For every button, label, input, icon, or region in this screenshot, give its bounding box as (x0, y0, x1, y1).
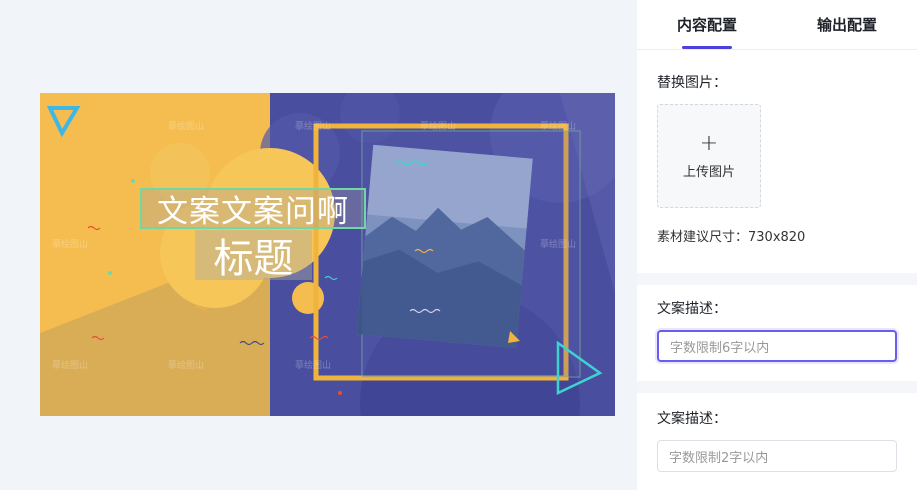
banner-preview[interactable]: 摹绘图山 摹绘图山 摹绘图山 摹绘图山 摹绘图山 摹绘图山 摹绘图山 摹绘图山 … (40, 93, 615, 416)
watermark: 摹绘图山 (168, 122, 205, 132)
watermark: 摹绘图山 (52, 361, 89, 371)
copy-field-section-2: 文案描述： 字数限制2字以内 (637, 393, 917, 472)
section-divider (637, 381, 917, 393)
watermark: 摹绘图山 (420, 122, 457, 132)
watermark: 摹绘图山 (540, 240, 577, 250)
canvas-area: 摹绘图山 摹绘图山 摹绘图山 摹绘图山 摹绘图山 摹绘图山 摹绘图山 摹绘图山 … (0, 0, 637, 490)
size-hint: 素材建议尺寸：730x820 (657, 230, 806, 245)
plus-icon: + (699, 130, 719, 156)
watermark: 摹绘图山 (295, 361, 332, 371)
watermark: 摹绘图山 (168, 361, 205, 371)
copy-field-label: 文案描述： (657, 301, 727, 317)
copy-field-label: 文案描述： (657, 411, 727, 427)
tab-bar: 内容配置 输出配置 (637, 0, 917, 50)
copy-text-placeholder: 字数限制2字以内 (669, 450, 769, 466)
watermark: 摹绘图山 (295, 122, 332, 132)
tab-content-config[interactable]: 内容配置 (637, 0, 777, 49)
copy-text-input-1[interactable]: 字数限制6字以内 (657, 330, 897, 362)
watermark: 摹绘图山 (52, 240, 89, 250)
replace-image-label: 替换图片： (657, 75, 727, 91)
upload-image-label: 上传图片 (682, 164, 735, 180)
tab-output-config[interactable]: 输出配置 (777, 0, 917, 49)
banner-sub-text[interactable]: 标题 (195, 230, 312, 282)
copy-text-placeholder: 字数限制6字以内 (670, 340, 770, 356)
upload-image-button[interactable]: + 上传图片 (657, 104, 761, 208)
copy-field-section-1: 文案描述： 字数限制6字以内 (637, 285, 917, 381)
config-panel: 内容配置 输出配置 替换图片： + 上传图片 素材建议尺寸：730x820 文案… (637, 0, 917, 490)
copy-text-input-2[interactable]: 字数限制2字以内 (657, 440, 897, 472)
watermark: 摹绘图山 (540, 122, 577, 132)
replace-image-section: 替换图片： + 上传图片 素材建议尺寸：730x820 (637, 50, 917, 273)
active-tab-indicator (682, 46, 732, 49)
banner-main-text[interactable]: 文案文案问啊 (140, 188, 366, 230)
section-divider (637, 273, 917, 285)
